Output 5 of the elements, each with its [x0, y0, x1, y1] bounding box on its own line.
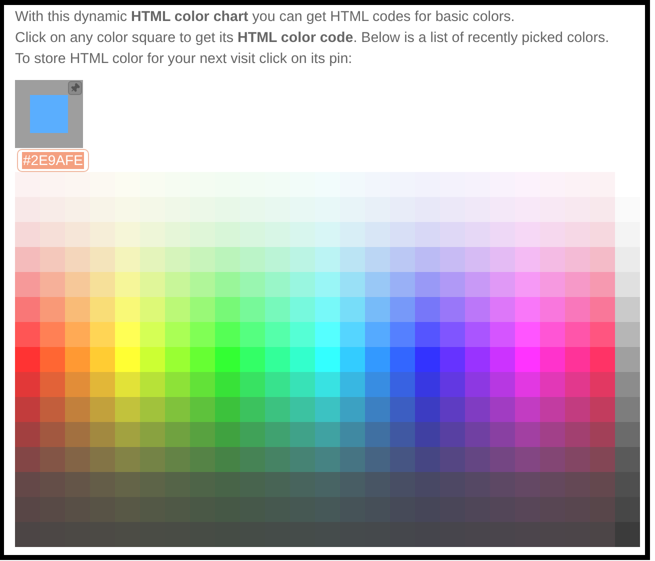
intro-text: To store HTML color for your next visit click on its pin:	[15, 50, 352, 69]
intro-text: Click on any color square to get its HTML color code. Below is a list of recently picked colors.	[15, 29, 610, 48]
color-code: #2E9AFE	[22, 152, 84, 169]
color-code-field[interactable]: #2E9AFE	[17, 149, 89, 172]
intro-text: With this dynamic HTML color chart you can get HTML codes for basic colors.	[15, 8, 515, 27]
